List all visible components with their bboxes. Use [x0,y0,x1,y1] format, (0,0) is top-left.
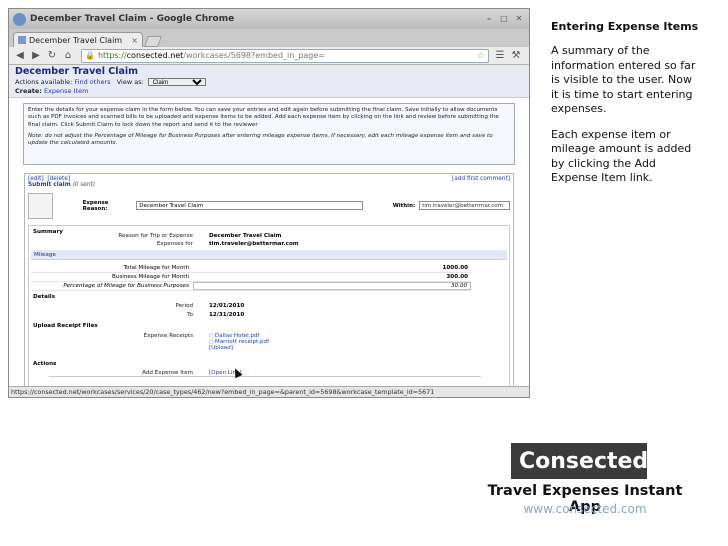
reason-value: December Travel Claim [209,233,282,239]
note-text: Note: do not adjust the Percentage of Mi… [28,132,493,147]
submit-status: (0 sent) [72,182,96,188]
expenses-for-row: Expenses for tim.traveler@bettermar.com [49,241,299,247]
tab-strip: December Travel Claim × [9,29,529,47]
reload-icon[interactable]: ↻ [45,49,59,63]
tab-close-icon[interactable]: × [131,36,138,45]
to-row: To 12/31/2010 [49,312,244,318]
create-label: Create: [15,87,42,95]
view-as-select[interactable]: Claim [147,78,206,86]
page-favicon-icon [18,36,26,44]
bookmark-star-icon[interactable]: ☆ [477,51,485,61]
mileage-header: Mileage [31,250,507,260]
within-field[interactable]: tim.traveler@betterrmar.com [419,201,510,210]
window-titlebar: December Travel Claim - Google Chrome – … [9,9,529,29]
receipts-list: ○ Dallas Hotel.pdf ○ Marriott receipt.pdf … [209,333,269,351]
receipts-label: Expense Receipts [143,333,193,339]
expense-reason-field[interactable]: December Travel Claim [136,201,363,210]
explanation-panel: Entering Expense Items A summary of the … [551,20,701,186]
consected-logo: Consected [511,443,649,479]
to-label: To [187,312,193,318]
upload-title: Upload Receipt Files [33,323,98,329]
upload-link[interactable]: [Upload] [209,345,233,351]
summary-panel: Summary Reason for Trip or Expense Decem… [28,225,510,386]
instructions-text: Enter the details for your expense claim… [28,107,499,128]
lock-icon: 🔒 [85,51,95,60]
close-icon[interactable]: ✕ [513,13,525,25]
forward-icon[interactable]: ▶ [29,49,43,63]
claim-thumbnail [28,192,53,219]
reason-label: Reason for Trip or Expense [118,233,193,239]
period-row: Period 12/01/2010 [49,303,245,309]
expenses-for-label: Expenses for [156,241,193,247]
browser-toolbar: ◀ ▶ ↻ ⌂ 🔒 https:// consected.net /workca… [9,47,529,65]
tab-title: December Travel Claim [29,35,123,45]
url-scheme: https:// [97,51,127,60]
expense-reason-label: Expense Reason: [82,199,109,212]
total-mileage-label: Total Mileage for Month [123,265,189,271]
window-title: December Travel Claim - Google Chrome [30,14,235,24]
create-expense-item-link[interactable]: Expense Item [44,87,88,95]
total-mileage-row: Total Mileage for Month 1000.00 [31,264,471,273]
new-tab-button[interactable] [143,36,163,47]
page-menu-icon[interactable]: ☰ [493,49,507,63]
period-label: Period [175,303,193,309]
explanation-para-1: A summary of the information entered so … [551,44,696,115]
chrome-icon [13,12,26,26]
workcase-header: December Travel Claim Actions available:… [9,65,529,98]
view-as-label: View as: [116,78,144,86]
add-expense-row: Add Expense Item [Open Link] [49,370,481,377]
status-bar: https://consected.net/workcases/services… [9,386,529,397]
instructions-box: Enter the details for your expense claim… [23,103,515,165]
percentage-value[interactable]: 30.00 [193,282,471,290]
claim-links: [edit] [delete] [add first comment] [25,174,513,182]
explanation-para-2: Each expense item or mileage amount is a… [551,127,692,185]
receipts-row: Expense Receipts ○ Dallas Hotel.pdf ○ Marr… [49,333,269,351]
reason-row-summary: Reason for Trip or Expense December Trav… [49,233,281,239]
actions-title: Actions [33,361,57,367]
period-value: 12/01/2010 [209,303,245,309]
wrench-icon[interactable]: ⚒ [509,49,523,63]
business-mileage-label: Business Mileage for Month [111,274,189,280]
to-value: 12/31/2010 [209,312,245,318]
address-bar[interactable]: 🔒 https:// consected.net /workcases/5698… [81,48,489,63]
logo-text: Consected [519,449,649,474]
maximize-icon[interactable]: □ [498,13,510,25]
back-icon[interactable]: ◀ [13,49,27,63]
page-content: December Travel Claim Actions available:… [9,65,529,386]
create-row: Create: Expense Item [15,87,523,95]
details-title: Details [33,294,56,300]
claim-panel: [edit] [delete] [add first comment] Subm… [24,173,514,386]
url-path: /workcases/5698?embed_in_page= [183,51,326,60]
add-first-comment-link[interactable]: [add first comment] [452,176,510,182]
website-url[interactable]: www.consected.com [472,502,698,516]
actions-row: Actions available: Find others View as: … [15,78,523,86]
percentage-row: Percentage of Mileage for Business Purpo… [31,282,471,291]
business-mileage-row: Business Mileage for Month 300.00 [31,273,471,282]
home-icon[interactable]: ⌂ [61,49,75,63]
percentage-label: Percentage of Mileage for Business Purpo… [63,283,189,289]
url-host: consected.net [126,51,184,60]
within-label: Within: [392,202,416,209]
find-others-link[interactable]: Find others [74,78,110,86]
business-mileage-value: 300.00 [446,274,468,280]
reason-row: Expense Reason: December Travel Claim Wi… [25,188,513,220]
minimize-icon[interactable]: – [483,13,495,25]
browser-tab[interactable]: December Travel Claim × [13,32,143,47]
explanation-heading: Entering Expense Items [551,20,699,33]
total-mileage-value: 1000.00 [442,265,468,271]
submit-claim-link[interactable]: Submit claim [28,182,71,188]
browser-window: December Travel Claim - Google Chrome – … [8,8,530,398]
expenses-for-value: tim.traveler@bettermar.com [209,241,299,247]
page-title: December Travel Claim [15,66,139,77]
add-expense-label: Add Expense Item [142,370,193,376]
actions-label: Actions available: [15,78,73,86]
